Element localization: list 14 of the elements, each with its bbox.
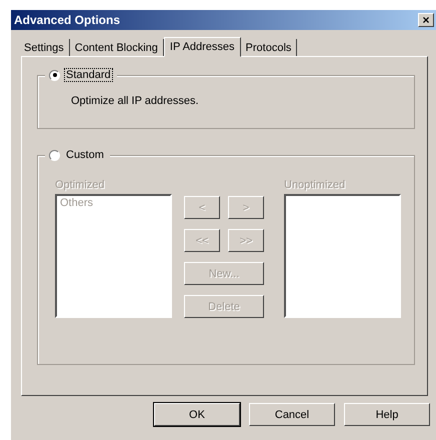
list-box[interactable] bbox=[284, 194, 401, 318]
window-title: Advanced Options bbox=[14, 13, 120, 27]
tab[interactable]: Settings bbox=[19, 39, 70, 56]
radio-button[interactable] bbox=[49, 150, 60, 160]
cancel-button[interactable]: Cancel bbox=[249, 403, 335, 426]
tab[interactable]: Protocols bbox=[240, 39, 298, 56]
help-button[interactable]: Help bbox=[344, 403, 430, 426]
ok-button[interactable]: OK bbox=[154, 403, 240, 426]
radio-button[interactable] bbox=[49, 70, 60, 80]
close-button[interactable]: × bbox=[418, 13, 434, 27]
description-text: Optimize all IP addresses. bbox=[71, 95, 199, 107]
tab[interactable]: IP Addresses bbox=[164, 37, 241, 57]
radio-label[interactable]: Standard bbox=[64, 68, 113, 82]
radio-label[interactable]: Custom bbox=[64, 148, 106, 162]
